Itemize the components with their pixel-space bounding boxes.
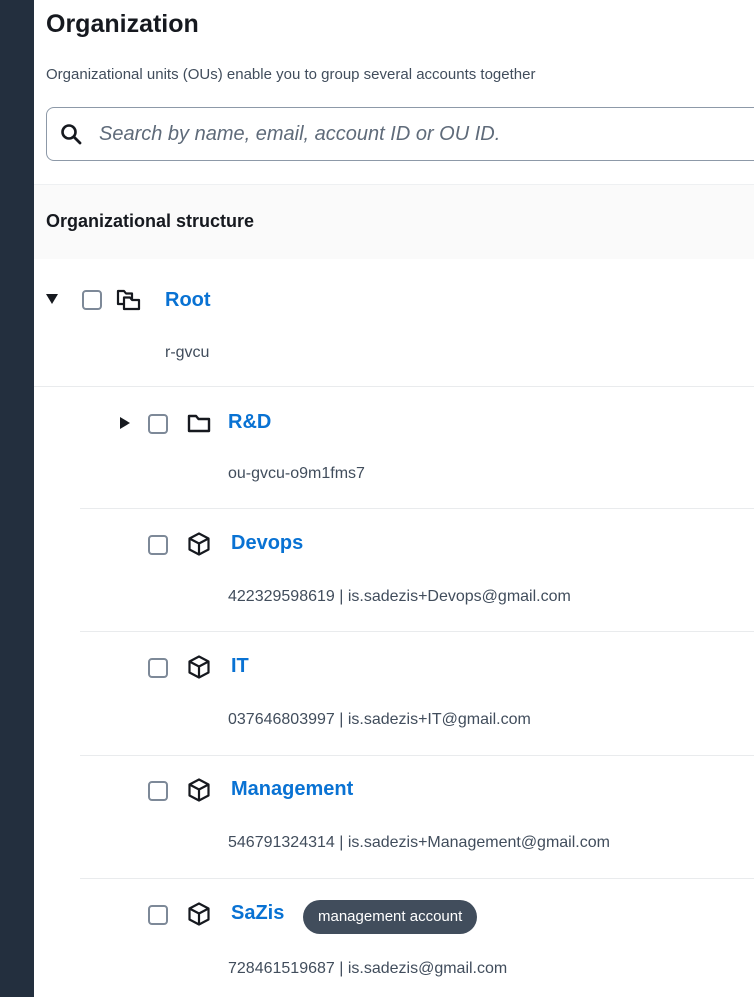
account-details: 728461519687 | is.sadezis@gmail.com: [228, 960, 508, 977]
sazis-checkbox[interactable]: [148, 905, 168, 925]
structure-title: Organizational structure: [46, 211, 255, 231]
it-checkbox[interactable]: [148, 658, 168, 678]
account-cube-icon: [188, 532, 210, 556]
row-divider: [34, 386, 754, 387]
search-icon: [61, 124, 82, 145]
row-divider: [80, 631, 754, 632]
root-name-link[interactable]: Root: [165, 289, 211, 312]
account-cube-icon: [188, 902, 210, 926]
collapse-root-caret[interactable]: [46, 294, 58, 304]
account-details: 546791324314 | is.sadezis+Management@gma…: [228, 834, 610, 851]
rnd-ou-id: ou-gvcu-o9m1fms7: [228, 465, 365, 482]
account-cube-icon: [188, 778, 210, 802]
devops-checkbox[interactable]: [148, 535, 168, 555]
expand-rnd-caret[interactable]: [120, 417, 130, 429]
management-checkbox[interactable]: [148, 781, 168, 801]
management-account-badge: management account: [303, 900, 478, 934]
account-name-link[interactable]: IT: [231, 655, 249, 678]
rnd-name-link[interactable]: R&D: [228, 411, 271, 434]
search-box[interactable]: [46, 107, 754, 161]
organization-root-icon: [116, 289, 141, 311]
rnd-checkbox[interactable]: [148, 414, 168, 434]
search-input[interactable]: [99, 108, 739, 160]
row-divider: [80, 508, 754, 509]
account-name-link[interactable]: SaZis: [231, 902, 284, 925]
row-divider: [80, 755, 754, 756]
account-name-link[interactable]: Management: [231, 778, 353, 801]
root-id: r-gvcu: [165, 344, 210, 361]
organization-panel: Organization Organizational units (OUs) …: [34, 0, 754, 997]
folder-icon: [187, 414, 211, 433]
account-details: 422329598619 | is.sadezis+Devops@gmail.c…: [228, 588, 571, 605]
root-checkbox[interactable]: [82, 290, 102, 310]
structure-header: Organizational structure: [34, 184, 754, 259]
account-name-link[interactable]: Devops: [231, 532, 303, 555]
page-description: Organizational units (OUs) enable you to…: [46, 66, 536, 83]
account-details: 037646803997 | is.sadezis+IT@gmail.com: [228, 711, 531, 728]
page-title: Organization: [46, 10, 199, 38]
row-divider: [80, 878, 754, 879]
account-cube-icon: [188, 655, 210, 679]
